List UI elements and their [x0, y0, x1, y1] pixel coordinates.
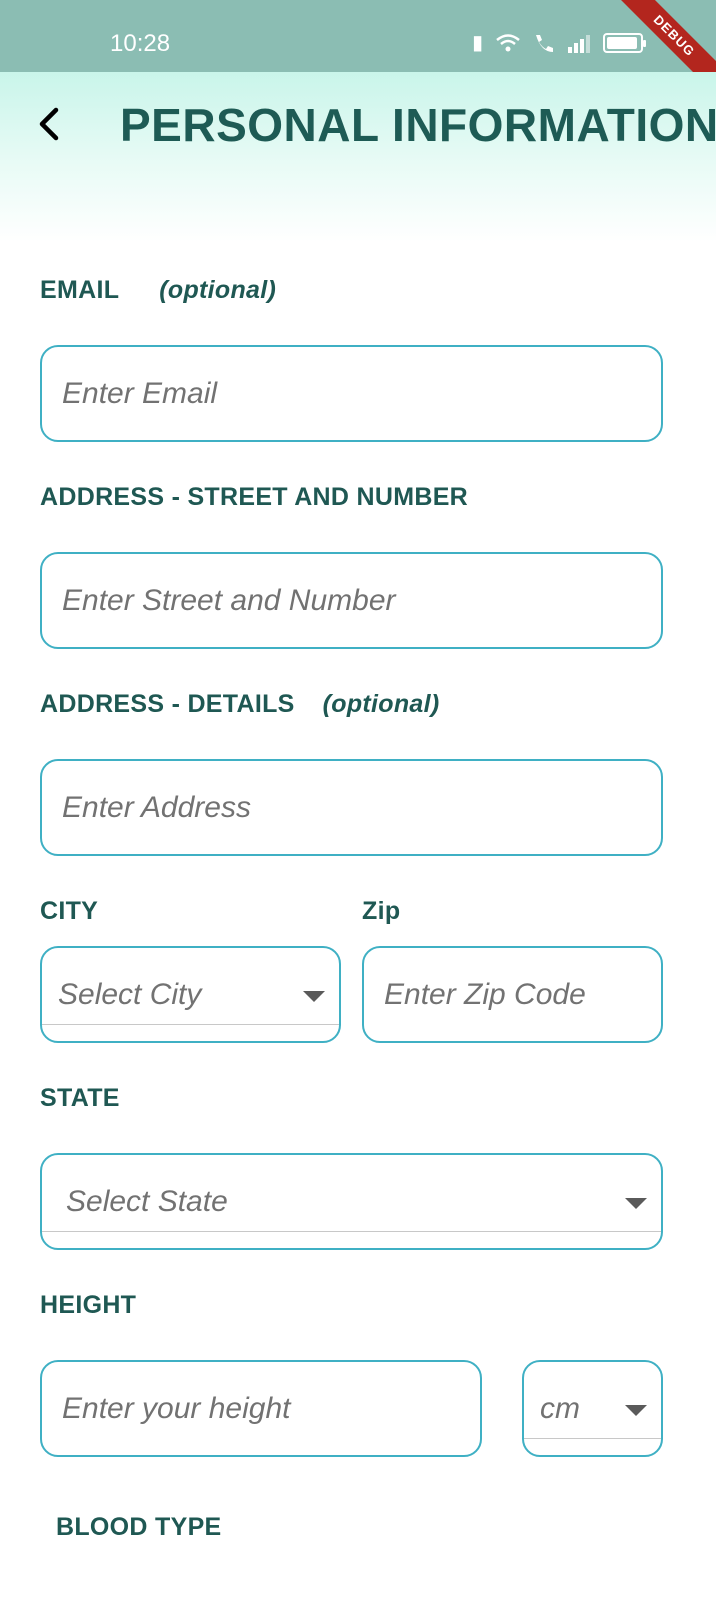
zip-label: Zip — [362, 897, 401, 925]
chevron-down-icon — [625, 1198, 647, 1209]
address-details-optional-tag: (optional) — [322, 690, 440, 718]
zip-field[interactable]: Enter Zip Code — [362, 946, 663, 1043]
status-bar: 10:28 ▮ DEBUG — [0, 0, 716, 109]
status-time: 10:28 — [110, 30, 171, 57]
city-label: CITY — [40, 897, 99, 925]
height-field[interactable]: Enter your height — [40, 1360, 482, 1457]
zip-placeholder: Enter Zip Code — [384, 978, 586, 1011]
wifi-call-icon — [536, 34, 554, 52]
chevron-down-icon — [625, 1405, 647, 1416]
email-optional-tag: (optional) — [159, 276, 277, 304]
height-placeholder: Enter your height — [62, 1392, 291, 1425]
state-placeholder: Select State — [66, 1185, 228, 1218]
street-placeholder: Enter Street and Number — [62, 584, 396, 617]
signal-icon — [568, 34, 591, 53]
chevron-left-icon[interactable] — [32, 102, 68, 146]
address-details-field[interactable]: Enter Address — [40, 759, 663, 856]
city-placeholder: Select City — [58, 978, 202, 1011]
state-dropdown-underline — [42, 1231, 661, 1232]
city-dropdown-underline — [42, 1024, 339, 1025]
street-label: ADDRESS - STREET AND NUMBER — [40, 483, 469, 511]
email-placeholder: Enter Email — [62, 377, 218, 410]
status-icons: ▮ — [472, 30, 647, 55]
address-details-label-text: ADDRESS - DETAILS — [40, 690, 295, 718]
chevron-down-icon — [303, 991, 325, 1002]
address-details-placeholder: Enter Address — [62, 791, 251, 824]
address-details-label: ADDRESS - DETAILS (optional) — [40, 690, 440, 719]
wifi-icon — [496, 33, 520, 51]
battery-icon — [603, 32, 647, 53]
height-label: HEIGHT — [40, 1291, 137, 1319]
street-field[interactable]: Enter Street and Number — [40, 552, 663, 649]
height-unit-dropdown[interactable]: cm — [522, 1360, 663, 1457]
email-field[interactable]: Enter Email — [40, 345, 663, 442]
vibrate-icon: ▮ — [472, 32, 484, 54]
height-unit-value: cm — [540, 1392, 580, 1425]
city-dropdown[interactable]: Select City — [40, 946, 341, 1043]
state-label: STATE — [40, 1084, 120, 1112]
email-label: EMAIL (optional) — [40, 276, 276, 305]
page-header: PERSONAL INFORMATION — [0, 72, 716, 242]
email-label-text: EMAIL — [40, 276, 120, 304]
height-unit-underline — [524, 1438, 661, 1439]
page-title: PERSONAL INFORMATION — [120, 99, 716, 151]
blood-type-label: BLOOD TYPE — [56, 1513, 222, 1541]
state-dropdown[interactable]: Select State — [40, 1153, 663, 1250]
